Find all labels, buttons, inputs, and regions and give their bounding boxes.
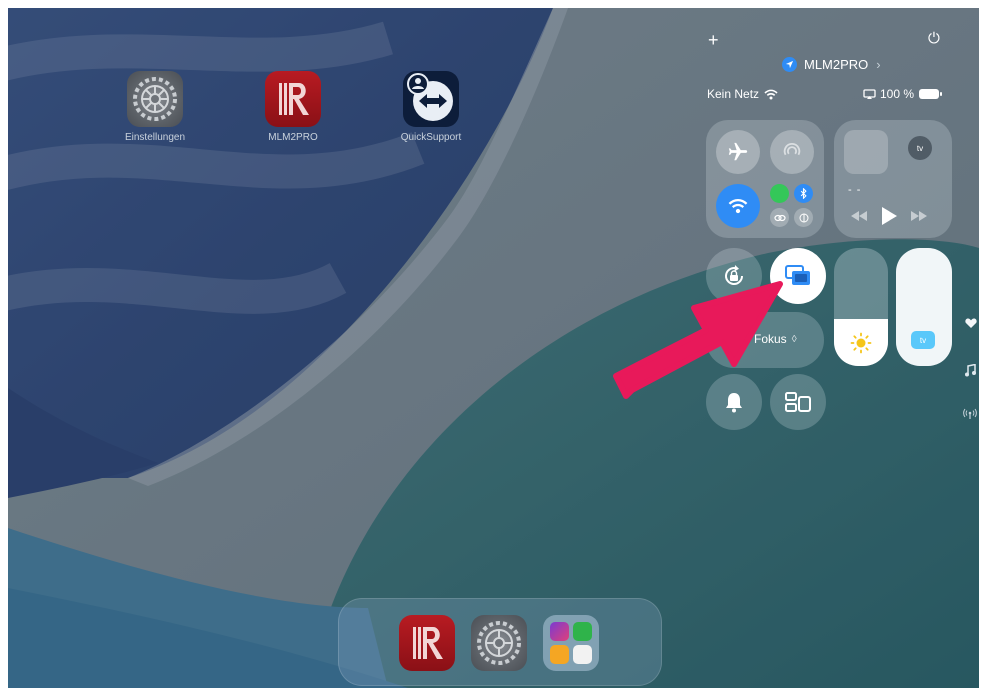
bluetooth-toggle[interactable]: [794, 184, 813, 203]
app-library-tile-2: [573, 622, 592, 641]
dock-app-library[interactable]: [543, 615, 599, 671]
stage-manager-icon: [785, 392, 811, 412]
annotation-arrow: [613, 281, 783, 399]
app-library-tile-4: [573, 645, 592, 664]
wifi-icon: [764, 89, 778, 99]
appletv-slider-badge: tv: [919, 335, 927, 345]
location-app-indicator[interactable]: MLM2PRO ›: [782, 57, 881, 72]
battery-percentage: 100 %: [880, 87, 915, 101]
link-icon: [773, 214, 786, 221]
wifi-toggle[interactable]: [716, 184, 760, 228]
airplane-icon: [728, 142, 748, 161]
volume-slider[interactable]: tv: [896, 248, 952, 366]
ipad-screen: Einstellungen MLM2PRO QuickSupport + ⏻ M…: [8, 8, 979, 688]
play-icon[interactable]: [880, 206, 898, 226]
app-quicksupport[interactable]: QuickSupport: [401, 71, 461, 143]
antenna-signal-icon[interactable]: [963, 408, 977, 420]
dock-app-settings[interactable]: [471, 615, 527, 671]
location-app-name: MLM2PRO: [804, 57, 869, 72]
mlm2pro-logo-icon: [265, 71, 321, 127]
cellular-toggle[interactable]: [770, 184, 789, 203]
music-note-icon[interactable]: [964, 364, 976, 377]
screen-mirror-small-icon: [863, 88, 876, 99]
heart-icon[interactable]: [965, 318, 977, 329]
now-playing-title: - -: [848, 184, 862, 196]
chevron-right-icon: ›: [876, 57, 881, 72]
satellite-toggle[interactable]: [794, 208, 813, 227]
quicksupport-icon: [403, 71, 459, 127]
airdrop-icon: [783, 142, 801, 156]
app-label: MLM2PRO: [268, 132, 318, 143]
brightness-slider[interactable]: [834, 248, 888, 366]
app-library-tile-1: [550, 622, 569, 641]
location-arrow-icon: [782, 57, 797, 72]
screen-mirroring-icon: [785, 265, 810, 285]
airdrop-toggle[interactable]: [770, 130, 814, 174]
fast-forward-icon[interactable]: [910, 210, 928, 222]
app-library-tile-3: [550, 645, 569, 664]
media-controls: [850, 206, 928, 226]
add-control-button[interactable]: +: [708, 30, 719, 51]
appletv-remote-icon: tv: [911, 331, 935, 349]
power-button[interactable]: ⏻: [928, 30, 940, 47]
sun-icon: [850, 332, 872, 354]
app-label: Einstellungen: [124, 132, 186, 143]
settings-gear-icon: [127, 71, 183, 127]
battery-status: 100 %: [863, 87, 943, 101]
network-status-text: Kein Netz: [707, 87, 760, 101]
network-status: Kein Netz: [707, 87, 778, 101]
airplane-mode-toggle[interactable]: [716, 130, 760, 174]
vpn-toggle[interactable]: [770, 208, 789, 227]
bluetooth-icon: [800, 188, 807, 199]
app-mlm2pro[interactable]: MLM2PRO: [263, 71, 323, 143]
rewind-icon[interactable]: [850, 210, 868, 222]
mlm2pro-logo-icon: [413, 627, 443, 659]
app-label: QuickSupport: [400, 132, 462, 143]
appletv-badge-text: tv: [916, 143, 924, 153]
app-einstellungen[interactable]: Einstellungen: [125, 71, 185, 143]
settings-gear-icon: [477, 621, 521, 665]
album-artwork-placeholder: [844, 130, 888, 174]
appletv-badge-icon: tv: [908, 136, 932, 160]
wifi-icon: [728, 198, 748, 214]
globe-icon: [799, 213, 808, 222]
dock: [338, 598, 662, 686]
chevron-updown-icon: ◊: [791, 333, 797, 345]
dock-app-mlm2pro[interactable]: [399, 615, 455, 671]
battery-icon: [919, 89, 943, 99]
